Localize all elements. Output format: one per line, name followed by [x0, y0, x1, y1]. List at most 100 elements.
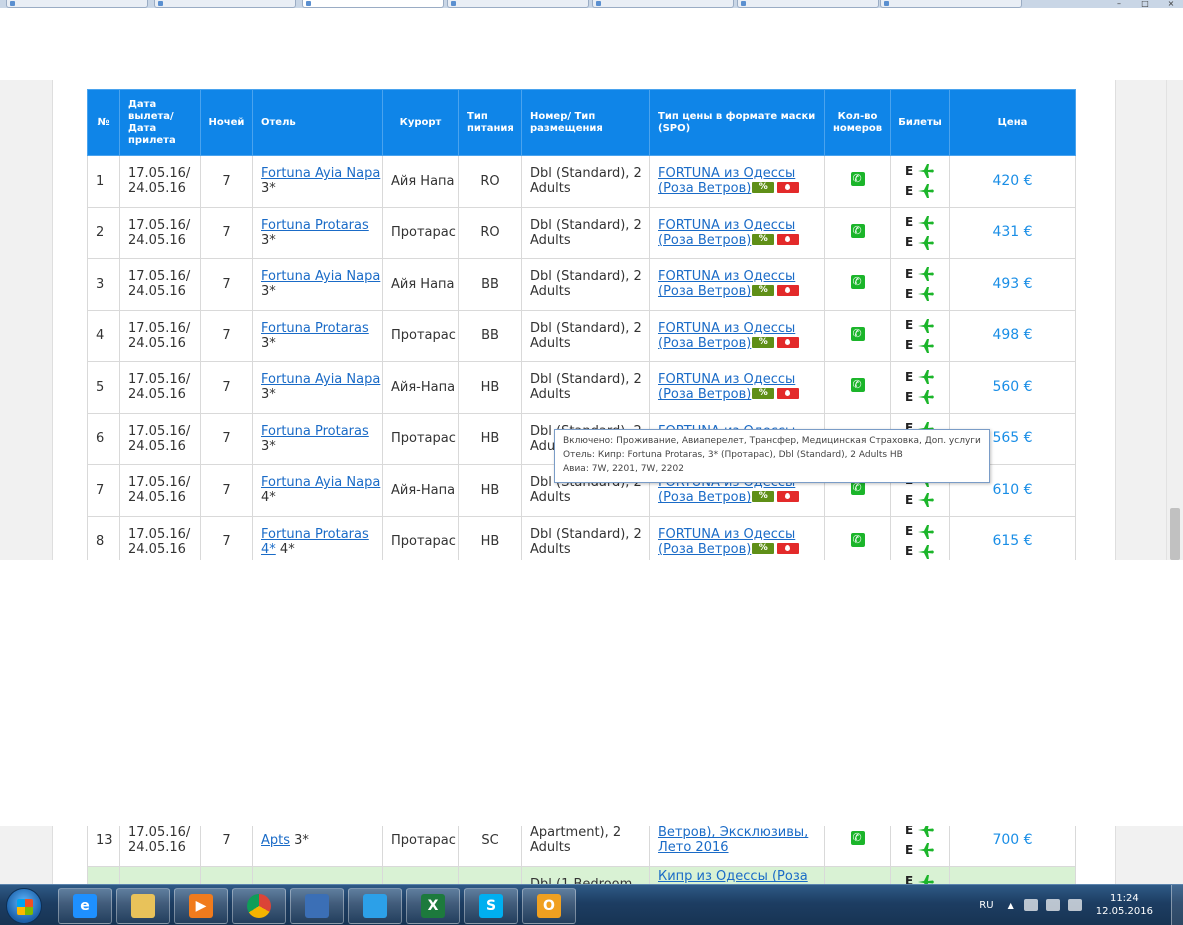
row-meal: HB — [458, 464, 522, 517]
row-price[interactable]: 615 € — [949, 515, 1076, 560]
clock[interactable]: 11:24 12.05.2016 — [1096, 892, 1153, 918]
close-icon[interactable]: × — [1163, 0, 1179, 8]
row-price[interactable]: 712 € — [949, 865, 1076, 884]
taskbar-outlook[interactable]: O — [522, 888, 576, 924]
spo-link-secondary[interactable]: (Роза Ветров) — [658, 336, 751, 351]
spo-link-secondary[interactable]: (Роза Ветров) — [658, 490, 751, 505]
network-icon[interactable] — [1045, 899, 1060, 911]
spo-link[interactable]: Кипр из Одессы (Роза — [658, 869, 808, 884]
spo-link[interactable]: FORTUNA из Одессы — [658, 321, 795, 336]
plane-icon[interactable] — [917, 235, 935, 251]
hotel-link[interactable]: Fortuna Protaras 4* — [261, 527, 369, 557]
hotel-link[interactable]: Fortuna Protaras — [261, 321, 369, 336]
hotel-link[interactable]: Fortuna Protaras — [261, 424, 369, 439]
row-price-type: Кипр из Одессы (РозаВетров), Гарантия, Л… — [649, 865, 825, 884]
spo-link-secondary[interactable]: Лето 2016 — [658, 840, 729, 855]
browser-tab[interactable] — [6, 0, 148, 8]
row-price[interactable]: 700 € — [949, 826, 1076, 867]
phone-icon[interactable] — [850, 830, 865, 846]
plane-icon[interactable] — [917, 163, 935, 179]
taskbar-chrome[interactable] — [232, 888, 286, 924]
taskbar-media-player[interactable]: ▶ — [174, 888, 228, 924]
row-price[interactable]: 493 € — [949, 258, 1076, 311]
phone-icon[interactable] — [850, 377, 865, 393]
page-scrollbar[interactable] — [1166, 80, 1183, 560]
browser-tab[interactable] — [154, 0, 296, 8]
hotel-link[interactable]: Fortuna Ayia Napa — [261, 166, 380, 181]
row-dates: 17.05.16/ — [119, 865, 201, 884]
taskbar-internet-explorer[interactable]: e — [58, 888, 112, 924]
ticket-class: E — [905, 215, 914, 230]
taskbar-excel[interactable]: X — [406, 888, 460, 924]
minimize-icon[interactable]: – — [1111, 0, 1127, 8]
plane-icon[interactable] — [917, 826, 935, 838]
hot-offer-icon — [777, 285, 800, 297]
spo-link-secondary[interactable]: (Роза Ветров) — [658, 233, 751, 248]
plane-icon[interactable] — [917, 183, 935, 199]
tours-table: № Дата вылета/ Дата прилета Ночей Отель … — [87, 89, 1076, 560]
spo-link[interactable]: Ветров), Эксклюзивы, — [658, 826, 808, 840]
browser-tab-active[interactable] — [302, 0, 444, 8]
plane-icon[interactable] — [917, 524, 935, 540]
plane-icon[interactable] — [917, 266, 935, 282]
spo-link-secondary[interactable]: (Роза Ветров) — [658, 181, 751, 196]
spo-link[interactable]: FORTUNA из Одессы — [658, 166, 795, 181]
hotel-link[interactable]: Fortuna Ayia Napa — [261, 475, 380, 490]
taskbar-wifi[interactable] — [348, 888, 402, 924]
show-desktop-button[interactable] — [1171, 885, 1183, 925]
arrival-date: 24.05.16 — [128, 181, 186, 197]
browser-tab[interactable] — [592, 0, 734, 8]
browser-tab[interactable] — [447, 0, 589, 8]
hotel-link[interactable]: Fortuna Protaras — [261, 218, 369, 233]
plane-icon[interactable] — [917, 842, 935, 858]
hotel-link[interactable]: Fortuna Ayia Napa — [261, 372, 380, 387]
spo-link[interactable]: FORTUNA из Одессы — [658, 269, 795, 284]
plane-icon[interactable] — [917, 874, 935, 884]
plane-icon[interactable] — [917, 318, 935, 334]
browser-tab[interactable] — [880, 0, 1022, 8]
row-price[interactable]: 420 € — [949, 155, 1076, 208]
phone-icon[interactable] — [850, 480, 865, 496]
spo-link-secondary[interactable]: (Роза Ветров) — [658, 284, 751, 299]
row-price[interactable]: 560 € — [949, 361, 1076, 414]
scrollbar-thumb[interactable] — [1170, 508, 1180, 560]
departure-date: 17.05.16/ — [128, 826, 191, 841]
tray-expand-icon[interactable]: ▲ — [1008, 901, 1014, 910]
plane-icon[interactable] — [917, 215, 935, 231]
row-nights: 7 — [200, 515, 253, 560]
hotel-link[interactable]: Fortuna Ayia Napa — [261, 269, 380, 284]
spo-link[interactable]: FORTUNA из Одессы — [658, 527, 795, 542]
plane-icon[interactable] — [917, 389, 935, 405]
phone-icon[interactable] — [850, 223, 865, 238]
taskbar-remote-desktop[interactable] — [290, 888, 344, 924]
language-indicator[interactable]: RU — [979, 900, 993, 911]
phone-icon[interactable] — [850, 171, 865, 187]
taskbar-skype[interactable]: S — [464, 888, 518, 924]
row-price[interactable]: 431 € — [949, 206, 1076, 259]
start-button[interactable] — [6, 888, 42, 924]
spo-link[interactable]: FORTUNA из Одессы — [658, 372, 795, 387]
departure-date: 17.05.16/ — [128, 423, 191, 439]
spo-link[interactable]: FORTUNA из Одессы — [658, 218, 795, 233]
taskbar-file-explorer[interactable] — [116, 888, 170, 924]
plane-icon[interactable] — [917, 286, 935, 302]
table-row: 8 17.05.16/24.05.16 7 Fortuna Protaras 4… — [87, 515, 1076, 560]
row-price[interactable]: 498 € — [949, 309, 1076, 362]
browser-tab[interactable] — [737, 0, 879, 8]
plane-icon[interactable] — [917, 544, 935, 560]
hotel-link[interactable]: Apts — [261, 833, 290, 848]
spo-link-secondary[interactable]: (Роза Ветров) — [658, 387, 751, 402]
phone-icon[interactable] — [850, 274, 865, 290]
volume-icon[interactable] — [1067, 899, 1082, 911]
plane-icon[interactable] — [917, 338, 935, 354]
action-center-icon[interactable] — [1023, 899, 1038, 911]
plane-icon[interactable] — [917, 492, 935, 508]
row-number: 8 — [87, 515, 120, 560]
phone-icon[interactable] — [850, 326, 865, 341]
phone-icon[interactable] — [850, 532, 865, 547]
table-row: 4 17.05.16/24.05.16 7 Fortuna Protaras 3… — [87, 309, 1076, 362]
maximize-icon[interactable]: □ — [1137, 0, 1153, 8]
row-nights: 7 — [200, 412, 253, 465]
plane-icon[interactable] — [917, 369, 935, 385]
spo-link-secondary[interactable]: (Роза Ветров) — [658, 542, 751, 557]
